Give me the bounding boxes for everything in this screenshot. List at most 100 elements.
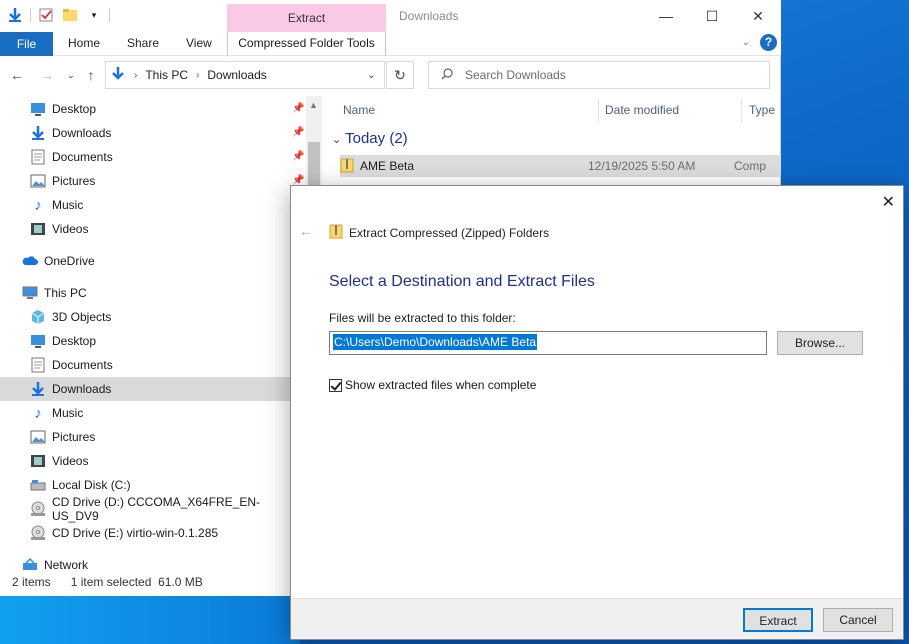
maximize-button[interactable]: ☐ [689, 0, 735, 32]
desktop-icon [30, 333, 46, 349]
home-tab[interactable]: Home [68, 32, 100, 56]
nav-pc-cd-drive-d[interactable]: CD Drive (D:) CCCOMA_X64FRE_EN-US_DV9 [0, 495, 290, 523]
status-bar: 2 items 1 item selected 61.0 MB [0, 572, 300, 592]
nav-pc-videos[interactable]: Videos [0, 449, 290, 473]
nav-pc-pictures[interactable]: Pictures [0, 425, 290, 449]
nav-label: Music [52, 406, 84, 420]
nav-quick-downloads[interactable]: Downloads [0, 121, 290, 145]
scroll-up-icon[interactable]: ▲ [309, 100, 318, 110]
nav-quick-pictures[interactable]: Pictures [0, 169, 290, 193]
nav-quick-videos[interactable]: Videos [0, 217, 290, 241]
column-type[interactable]: Type [749, 96, 775, 124]
destination-label: Files will be extracted to this folder: [329, 311, 516, 325]
zip-folder-icon [340, 157, 354, 176]
nav-onedrive[interactable]: OneDrive [0, 249, 290, 273]
refresh-icon[interactable]: ↻ [386, 61, 414, 89]
back-arrow-icon[interactable]: ← [299, 223, 313, 239]
address-dropdown-icon[interactable]: ⌄ [367, 68, 376, 81]
search-box[interactable]: Search Downloads [428, 61, 770, 89]
compressed-folder-tools-tab[interactable]: Compressed Folder Tools [228, 32, 385, 54]
back-arrow-icon[interactable]: ← [8, 66, 26, 84]
breadcrumb-this-pc[interactable]: This PC [145, 68, 188, 82]
zip-folder-icon [329, 223, 343, 242]
group-header-today[interactable]: ⌄ Today (2) [332, 130, 408, 147]
documents-icon [30, 357, 46, 373]
share-tab[interactable]: Share [127, 32, 159, 56]
dialog-title-text: Extract Compressed (Zipped) Folders [349, 225, 550, 240]
nav-label: This PC [44, 286, 87, 300]
nav-label: Desktop [52, 334, 97, 348]
pin-icon[interactable]: 📌 [292, 151, 304, 162]
help-icon[interactable]: ? [760, 34, 777, 51]
table-row[interactable]: AME Beta 12/19/2025 5:50 AM Comp [340, 155, 781, 177]
column-date-modified[interactable]: Date modified [605, 96, 679, 124]
nav-this-pc[interactable]: This PC [0, 281, 290, 305]
group-label: Today (2) [345, 130, 408, 147]
nav-quick-documents[interactable]: Documents [0, 145, 290, 169]
minimize-button[interactable]: — [643, 0, 689, 32]
disk-icon [30, 477, 46, 493]
nav-label: Music [52, 198, 84, 212]
search-icon [441, 67, 453, 83]
chevron-down-icon[interactable]: ⌄ [332, 134, 341, 146]
nav-label: Network [44, 558, 89, 572]
extract-button[interactable]: Extract [743, 608, 813, 632]
compressed-folder-tools-group: Compressed Folder Tools [227, 32, 386, 56]
dialog-heading: Select a Destination and Extract Files [329, 273, 595, 290]
nav-pc-3d-objects[interactable]: 3D Objects [0, 305, 290, 329]
nav-label: Documents [52, 358, 113, 372]
nav-pc-desktop[interactable]: Desktop [0, 329, 290, 353]
window-controls: — ☐ ✕ [643, 0, 781, 32]
breadcrumb-downloads[interactable]: Downloads [207, 68, 266, 82]
nav-pc-cd-drive-e[interactable]: CD Drive (E:) virtio-win-0.1.285 [0, 521, 290, 545]
chevron-right-icon[interactable]: › [196, 70, 199, 81]
nav-pc-local-disk[interactable]: Local Disk (C:) [0, 473, 290, 497]
music-icon: ♪ [34, 196, 42, 214]
file-tab[interactable]: File [0, 32, 53, 56]
status-item-count: 2 items [12, 575, 51, 589]
destination-path-input[interactable]: C:\Users\Demo\Downloads\AME Beta [329, 331, 767, 355]
properties-icon[interactable] [37, 6, 55, 24]
network-icon [22, 557, 38, 573]
nav-pc-music[interactable]: ♪ Music [0, 401, 290, 425]
column-separator[interactable] [741, 98, 742, 122]
close-button[interactable]: ✕ [735, 0, 781, 32]
customize-toolbar-dropdown-icon[interactable]: ▾ [85, 6, 103, 24]
documents-icon [30, 149, 46, 165]
status-selection: 1 item selected 61.0 MB [70, 575, 203, 589]
browse-button[interactable]: Browse... [777, 331, 863, 355]
pictures-icon [30, 173, 46, 189]
nav-label: CD Drive (D:) CCCOMA_X64FRE_EN-US_DV9 [52, 495, 261, 523]
search-placeholder: Search Downloads [465, 68, 566, 82]
pin-icon[interactable]: 📌 [292, 127, 304, 138]
up-arrow-icon[interactable]: ↑ [82, 66, 100, 84]
column-separator[interactable] [598, 98, 599, 122]
column-name[interactable]: Name [343, 96, 375, 124]
navigation-pane: Desktop 📌 Downloads 📌 Documents 📌 Pictur… [0, 96, 322, 572]
forward-arrow-icon[interactable]: → [38, 66, 56, 84]
pin-icon[interactable]: 📌 [292, 103, 304, 114]
nav-pc-documents[interactable]: Documents [0, 353, 290, 377]
extract-context-tab[interactable]: Extract [227, 4, 386, 32]
expand-ribbon-icon[interactable]: ⌄ [742, 37, 750, 48]
nav-quick-desktop[interactable]: Desktop [0, 97, 290, 121]
nav-pc-downloads[interactable]: Downloads [0, 377, 290, 401]
dialog-footer: Extract Cancel [291, 598, 903, 639]
nav-label: Videos [52, 454, 89, 468]
nav-label: Pictures [52, 174, 96, 188]
cancel-button[interactable]: Cancel [823, 608, 893, 632]
videos-icon [30, 453, 46, 469]
show-files-checkbox-row[interactable]: Show extracted files when complete [329, 378, 536, 392]
view-tab[interactable]: View [186, 32, 212, 56]
nav-label: OneDrive [44, 254, 95, 268]
chevron-right-icon[interactable]: › [134, 70, 137, 81]
nav-quick-music[interactable]: ♪ Music [0, 193, 290, 217]
nav-label: Local Disk (C:) [52, 478, 131, 492]
show-files-checkbox[interactable] [329, 378, 342, 392]
new-folder-icon[interactable] [61, 6, 79, 24]
ribbon-right-controls: ⌄ ? [742, 34, 777, 51]
dialog-close-button[interactable]: ✕ [882, 192, 895, 212]
recent-locations-chevron-icon[interactable]: ⌄ [62, 66, 80, 84]
address-bar[interactable]: › This PC › Downloads ⌄ [105, 61, 385, 89]
title-bar: ▾ Extract Downloads — ☐ ✕ [0, 0, 781, 32]
